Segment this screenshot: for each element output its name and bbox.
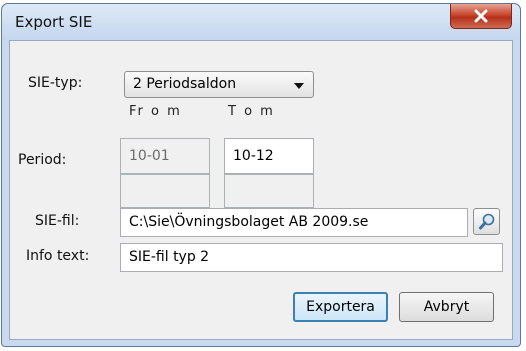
info-text-value: SIE-fil typ 2 xyxy=(129,249,210,265)
window-title: Export SIE xyxy=(15,13,93,31)
sie-fil-input[interactable]: C:\Sie\Övningsbolaget AB 2009.se xyxy=(120,208,468,237)
magnifier-icon xyxy=(479,213,495,230)
sie-fil-value: C:\Sie\Övningsbolaget AB 2009.se xyxy=(129,214,369,230)
period-tom-value: 10-12 xyxy=(233,148,274,164)
period-tom-field[interactable]: 10-12 xyxy=(224,138,314,174)
info-text-input[interactable]: SIE-fil typ 2 xyxy=(120,243,503,272)
from-label: Fr o m xyxy=(129,104,182,119)
cancel-button[interactable]: Avbryt xyxy=(399,292,494,322)
tom-label: T o m xyxy=(228,104,275,119)
sie-typ-label: SIE-typ: xyxy=(28,75,83,91)
export-button[interactable]: Exportera xyxy=(293,292,388,322)
title-bar[interactable]: Export SIE xyxy=(2,4,520,40)
period-label: Period: xyxy=(18,152,67,168)
dialog-content: SIE-typ: 2 Periodsaldon Fr o m T o m Per… xyxy=(9,40,513,340)
chevron-down-icon xyxy=(294,83,304,89)
export-sie-dialog: Export SIE SIE-typ: 2 Periodsaldon Fr o … xyxy=(1,3,521,347)
info-text-label: Info text: xyxy=(26,248,90,264)
close-button[interactable] xyxy=(450,4,512,29)
sie-fil-label: SIE-fil: xyxy=(35,213,80,229)
period-from-field-2[interactable] xyxy=(120,174,210,208)
period-from-field[interactable]: 10-01 xyxy=(120,138,210,174)
period-from-value: 10-01 xyxy=(129,148,170,164)
browse-button[interactable] xyxy=(473,208,500,235)
sie-typ-value: 2 Periodsaldon xyxy=(133,76,237,92)
sie-typ-dropdown[interactable]: 2 Periodsaldon xyxy=(124,71,314,98)
close-icon xyxy=(474,9,488,23)
period-tom-field-2[interactable] xyxy=(224,174,314,208)
